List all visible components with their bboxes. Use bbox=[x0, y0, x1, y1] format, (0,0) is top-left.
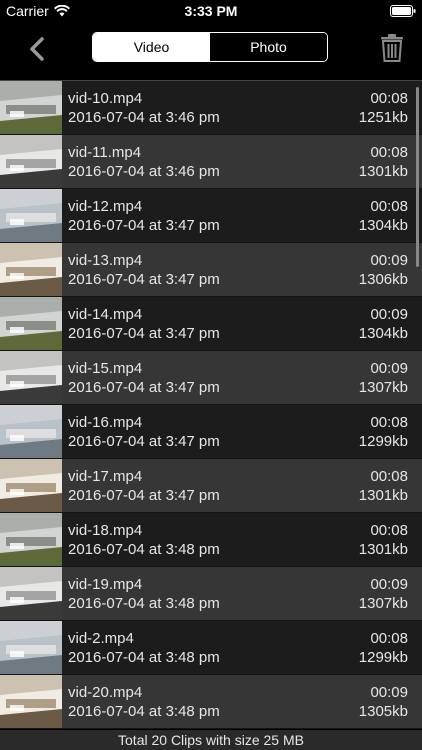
clip-duration: 00:09 bbox=[370, 576, 408, 593]
clip-name: vid-11.mp4 bbox=[68, 144, 142, 161]
clip-name: vid-19.mp4 bbox=[68, 576, 143, 593]
segment-video[interactable]: Video bbox=[93, 33, 210, 61]
clip-row[interactable]: vid-18.mp4 2016-07-04 at 3:48 pm 00:08 1301… bbox=[0, 513, 422, 567]
clip-duration: 00:08 bbox=[370, 414, 408, 431]
clip-list[interactable]: vid-10.mp4 2016-07-04 at 3:46 pm 00:08 1251… bbox=[0, 80, 422, 730]
clip-name: vid-18.mp4 bbox=[68, 522, 143, 539]
clip-thumbnail bbox=[0, 81, 62, 134]
clip-row[interactable]: vid-2.mp4 2016-07-04 at 3:48 pm 00:08 1299k… bbox=[0, 621, 422, 675]
scroll-indicator[interactable] bbox=[416, 87, 419, 267]
clip-size: 1299kb bbox=[358, 649, 408, 666]
clip-info: vid-2.mp4 2016-07-04 at 3:48 pm 00:08 1299k… bbox=[62, 621, 422, 674]
clip-row[interactable]: vid-10.mp4 2016-07-04 at 3:46 pm 00:08 1251… bbox=[0, 81, 422, 135]
clip-thumbnail bbox=[0, 135, 62, 188]
segment-photo[interactable]: Photo bbox=[210, 33, 327, 61]
clip-size: 1304kb bbox=[358, 325, 408, 342]
clip-info: vid-10.mp4 2016-07-04 at 3:46 pm 00:08 1251… bbox=[62, 81, 422, 134]
clip-name: vid-13.mp4 bbox=[68, 252, 143, 269]
clip-info: vid-16.mp4 2016-07-04 at 3:47 pm 00:08 1299… bbox=[62, 405, 422, 458]
clip-size: 1304kb bbox=[358, 217, 408, 234]
footer-summary: Total 20 Clips with size 25 MB bbox=[0, 730, 422, 750]
clip-size: 1306kb bbox=[358, 271, 408, 288]
clip-duration: 00:09 bbox=[370, 360, 408, 377]
clip-size: 1301kb bbox=[358, 541, 408, 558]
clip-duration: 00:08 bbox=[370, 90, 408, 107]
clip-row[interactable]: vid-12.mp4 2016-07-04 at 3:47 pm 00:08 1304… bbox=[0, 189, 422, 243]
clip-thumbnail bbox=[0, 351, 62, 404]
clip-name: vid-15.mp4 bbox=[68, 360, 143, 377]
clip-thumbnail bbox=[0, 405, 62, 458]
clip-duration: 00:09 bbox=[370, 684, 408, 701]
clip-thumbnail bbox=[0, 243, 62, 296]
clip-info: vid-12.mp4 2016-07-04 at 3:47 pm 00:08 1304… bbox=[62, 189, 422, 242]
clip-duration: 00:08 bbox=[370, 468, 408, 485]
clip-row[interactable]: vid-16.mp4 2016-07-04 at 3:47 pm 00:08 1299… bbox=[0, 405, 422, 459]
clip-size: 1251kb bbox=[358, 109, 408, 126]
clip-info: vid-11.mp4 2016-07-04 at 3:46 pm 00:08 1301… bbox=[62, 135, 422, 188]
clip-size: 1299kb bbox=[358, 433, 408, 450]
clip-name: vid-17.mp4 bbox=[68, 468, 143, 485]
clip-size: 1307kb bbox=[358, 379, 408, 396]
clip-info: vid-17.mp4 2016-07-04 at 3:47 pm 00:08 1301… bbox=[62, 459, 422, 512]
clip-row[interactable]: vid-19.mp4 2016-07-04 at 3:48 pm 00:09 1307… bbox=[0, 567, 422, 621]
clip-duration: 00:08 bbox=[370, 630, 408, 647]
clip-row[interactable]: vid-13.mp4 2016-07-04 at 3:47 pm 00:09 1306… bbox=[0, 243, 422, 297]
clip-duration: 00:09 bbox=[370, 306, 408, 323]
clip-thumbnail bbox=[0, 567, 62, 620]
status-time: 3:33 PM bbox=[184, 3, 238, 19]
clip-thumbnail bbox=[0, 621, 62, 674]
clip-row[interactable]: vid-11.mp4 2016-07-04 at 3:46 pm 00:08 1301… bbox=[0, 135, 422, 189]
clip-size: 1305kb bbox=[358, 703, 408, 720]
video-photo-segmented-control: Video Photo bbox=[92, 32, 328, 62]
clip-row[interactable]: vid-14.mp4 2016-07-04 at 3:47 pm 00:09 1304… bbox=[0, 297, 422, 351]
clip-duration: 00:08 bbox=[370, 522, 408, 539]
clip-row[interactable]: vid-15.mp4 2016-07-04 at 3:47 pm 00:09 1307… bbox=[0, 351, 422, 405]
clip-thumbnail bbox=[0, 297, 62, 350]
trash-icon[interactable] bbox=[380, 34, 404, 62]
clip-size: 1307kb bbox=[358, 595, 408, 612]
clip-name: vid-12.mp4 bbox=[68, 198, 143, 215]
clip-size: 1301kb bbox=[358, 163, 408, 180]
clip-thumbnail bbox=[0, 189, 62, 242]
clip-thumbnail bbox=[0, 513, 62, 566]
clip-info: vid-13.mp4 2016-07-04 at 3:47 pm 00:09 1306… bbox=[62, 243, 422, 296]
clip-name: vid-16.mp4 bbox=[68, 414, 143, 431]
clip-info: vid-15.mp4 2016-07-04 at 3:47 pm 00:09 1307… bbox=[62, 351, 422, 404]
clip-duration: 00:08 bbox=[370, 144, 408, 161]
clip-row[interactable]: vid-20.mp4 2016-07-04 at 3:48 pm 00:09 1305… bbox=[0, 675, 422, 729]
clip-info: vid-20.mp4 2016-07-04 at 3:48 pm 00:09 1305… bbox=[62, 675, 422, 728]
clip-name: vid-14.mp4 bbox=[68, 306, 143, 323]
clip-duration: 00:09 bbox=[370, 252, 408, 269]
battery-icon bbox=[390, 5, 416, 17]
clip-row[interactable]: vid-17.mp4 2016-07-04 at 3:47 pm 00:08 1301… bbox=[0, 459, 422, 513]
clip-name: vid-10.mp4 bbox=[68, 90, 143, 107]
chevron-left-icon[interactable] bbox=[24, 34, 52, 64]
status-bar: Carrier 3:33 PM bbox=[0, 0, 422, 22]
clip-name: vid-20.mp4 bbox=[68, 684, 143, 701]
clip-size: 1301kb bbox=[358, 487, 408, 504]
clip-info: vid-18.mp4 2016-07-04 at 3:48 pm 00:08 1301… bbox=[62, 513, 422, 566]
clip-name: vid-2.mp4 bbox=[68, 630, 134, 647]
nav-bar: Video Photo bbox=[0, 22, 422, 80]
clip-duration: 00:08 bbox=[370, 198, 408, 215]
clip-info: vid-19.mp4 2016-07-04 at 3:48 pm 00:09 1307… bbox=[62, 567, 422, 620]
clip-thumbnail bbox=[0, 675, 62, 728]
clip-thumbnail bbox=[0, 459, 62, 512]
clip-info: vid-14.mp4 2016-07-04 at 3:47 pm 00:09 1304… bbox=[62, 297, 422, 350]
